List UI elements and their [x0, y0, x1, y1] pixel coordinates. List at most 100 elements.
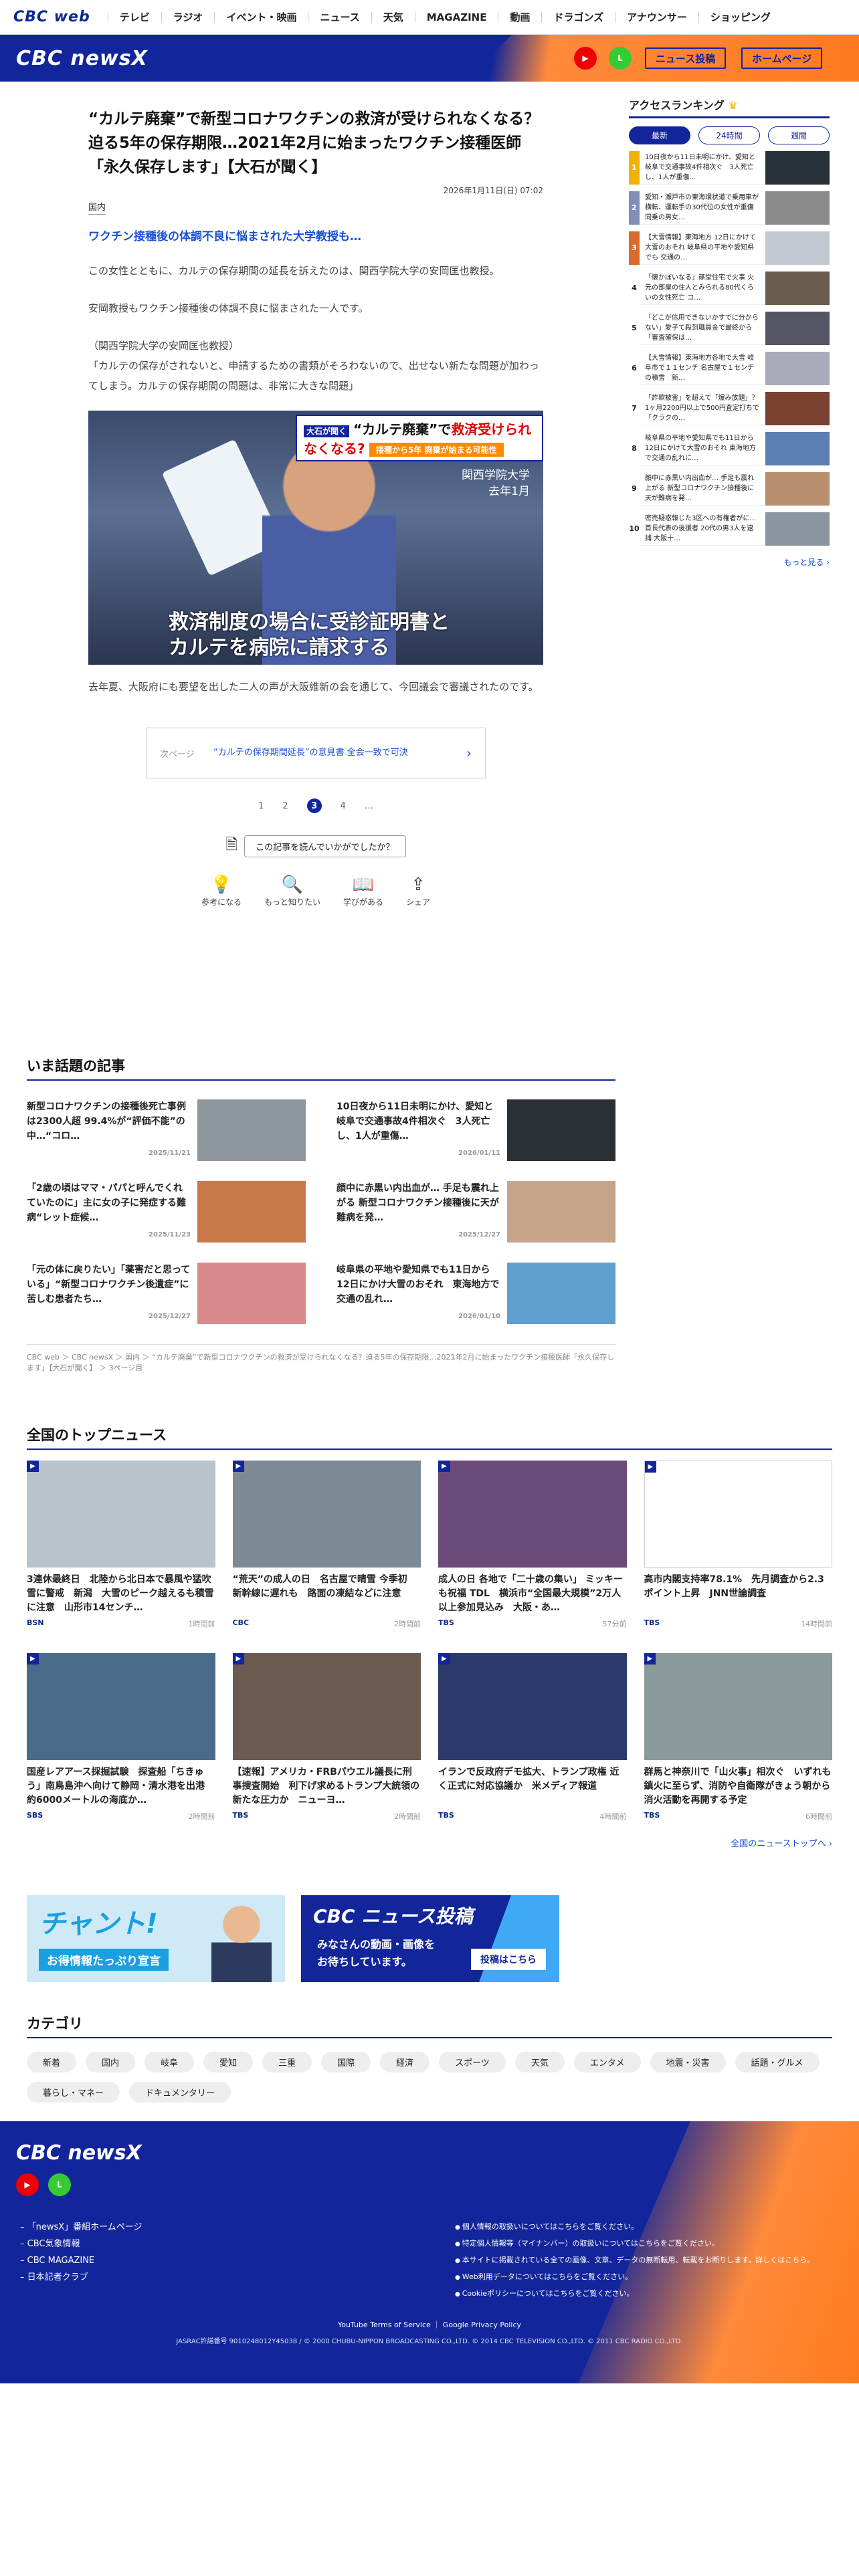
page-link[interactable]: 4 — [341, 801, 346, 811]
category-chip[interactable]: ドキュメンタリー — [129, 2082, 231, 2103]
policy-link[interactable]: 本サイトに掲載されている全ての画像、文章、データの無断転用、転載をお断りします。… — [455, 2252, 815, 2269]
ranking-item[interactable]: 4 「懐かぼいなる」篠堂住宅で火事 火元の部屋の住人とみられる80代くらいの女性死… — [629, 271, 830, 305]
article-category[interactable]: 国内 — [88, 200, 106, 215]
category-chip[interactable]: 三重 — [262, 2052, 312, 2072]
next-page-link[interactable]: 次ページ “カルテの保存期間延長”の意見書 全会一致で可決 › — [146, 728, 486, 778]
ranking-item[interactable]: 6 【大雪情報】東海地方各地で大雪 岐阜市で１１センチ 名古屋で１センチの積雪 新… — [629, 351, 830, 385]
policy-link[interactable]: Web利用データについてはこちらをご覧ください。 — [455, 2269, 814, 2286]
category-chip[interactable]: 地震・災害 — [650, 2052, 726, 2072]
newsx-logo[interactable]: CBC newsX — [16, 47, 148, 70]
national-news-item[interactable]: ▶ 国産レアアース採掘試験 探査船「ちきゅう」南鳥島沖へ向けて静岡・清水港を出港 … — [27, 1653, 215, 1822]
popular-article-thumbnail — [197, 1181, 306, 1243]
policy-link[interactable]: 特定個人情報等（マイナンバー）の取扱いについてはこちらをご覧ください。 — [455, 2236, 814, 2252]
nav-item-radio[interactable]: ラジオ — [161, 11, 215, 23]
news-thumbnail: ▶ — [438, 1653, 627, 1760]
nav-item-announcer[interactable]: アナウンサー — [615, 11, 698, 23]
video-play-icon: ▶ — [438, 1461, 450, 1472]
nav-item-news[interactable]: ニュース — [308, 11, 371, 23]
reaction-learning-button[interactable]: 📖 学びがある — [343, 875, 383, 907]
national-more-link[interactable]: 全国のニューストップへ › — [27, 1836, 832, 1849]
nav-item-magazine[interactable]: MAGAZINE — [414, 11, 498, 23]
category-chip[interactable]: 話題・グルメ — [735, 2052, 820, 2072]
popular-title: いま話題の記事 — [27, 1055, 615, 1081]
ranking-item[interactable]: 8 岐阜県の平地や愛知県でも11日から12日にかけて大雪のおそれ 東海地方で交通の… — [629, 431, 830, 465]
ranking-item[interactable]: 3 【大雪情報】東海地方 12日にかけて大雪のおそれ 岐阜県の平地や愛知県でも 交… — [629, 231, 830, 265]
news-title: 高市内閣支持率78.1% 先月調査から2.3ポイント上昇 JNN世論調査 — [644, 1574, 824, 1599]
tab-weekly[interactable]: 週間 — [768, 126, 830, 144]
reaction-helpful-button[interactable]: 💡 参考になる — [201, 875, 242, 907]
national-news-item[interactable]: ▶ 【速報】アメリカ・FRBパウエル議長に刑事捜査開始 利下げ求めるトランプ大統領… — [232, 1653, 421, 1822]
footer-link[interactable]: CBC気象情報 — [20, 2236, 142, 2252]
popular-article[interactable]: 岐阜県の平地や愛知県でも11日から12日にかけ大雪のおそれ 東海地方で交通の乱れ… — [337, 1263, 615, 1324]
footer-link[interactable]: CBC MAGAZINE — [20, 2252, 142, 2269]
footer-link[interactable]: 「newsX」番組ホームページ — [20, 2219, 142, 2236]
popular-article[interactable]: 「2歳の頃はママ・パパと呼んでくれていたのに」主に女の子に発症する難病“レット症… — [27, 1181, 306, 1243]
policy-link[interactable]: Cookieポリシーについてはこちらをご覧ください。 — [455, 2286, 814, 2302]
page-link[interactable]: 1 — [258, 801, 264, 811]
category-chip[interactable]: 岐阜 — [145, 2052, 195, 2072]
category-chip[interactable]: 国内 — [86, 2052, 136, 2072]
category-chip[interactable]: 国際 — [321, 2052, 371, 2072]
chant-banner[interactable]: チャント! お得情報たっぷり宣言 — [27, 1895, 285, 1982]
tab-24h[interactable]: 24時間 — [698, 126, 760, 144]
national-news-item[interactable]: ▶ 3連休最終日 北陸から北日本で暴風や猛吹雪に警戒 新潟 大雪のピーク越えるも積… — [27, 1461, 215, 1629]
national-news-item[interactable]: ▶ イランで反政府デモ拡大、トランプ政権 近く正式に対応協議か 米メディア報道 TB… — [438, 1653, 627, 1822]
category-chip[interactable]: 経済 — [380, 2052, 430, 2072]
nav-item-events[interactable]: イベント・映画 — [214, 11, 308, 23]
homepage-button[interactable]: ホームページ — [741, 47, 823, 69]
category-chip[interactable]: 暮らし・マネー — [27, 2082, 120, 2103]
photo-location-line: 関西学院大学 — [462, 469, 530, 482]
popular-article-date: 2025/12/27 — [149, 1313, 191, 1320]
popular-article-text: 10日夜から11日未明にかけ、愛知と岐阜で交通事故4件相次ぐ 3人死亡し、1人が… — [337, 1099, 507, 1161]
ranking-more-link[interactable]: もっと見る › — [629, 556, 830, 568]
share-button[interactable]: ⇪ シェア — [406, 875, 430, 907]
line-icon[interactable]: L — [48, 2173, 71, 2196]
tab-latest[interactable]: 最新 — [629, 126, 690, 144]
nav-item-tv[interactable]: テレビ — [107, 11, 161, 23]
youtube-icon[interactable]: ▶ — [574, 47, 597, 70]
reaction-know-more-button[interactable]: 🔍 もっと知りたい — [264, 875, 320, 907]
ranking-item[interactable]: 10 密売疑惑報じた3区への有権者がに… 首長代表の後援者 20代の男3人を逮捕 … — [629, 512, 830, 546]
popular-article-text: 新型コロナワクチンの接種後死亡事例は2300人超 99.4%が“評価不能”の中…… — [27, 1099, 197, 1161]
video-play-icon: ▶ — [232, 1461, 245, 1472]
national-news-item[interactable]: ▶ 成人の日 各地で「二十歳の集い」 ミッキーも祝福 TDL 横浜市“全国最大規模… — [438, 1461, 627, 1629]
popular-article[interactable]: 新型コロナワクチンの接種後死亡事例は2300人超 99.4%が“評価不能”の中…… — [27, 1099, 306, 1161]
news-title: “荒天”の成人の日 名古屋で晴雪 今季初 新幹線に遅れも 路面の凍結などに注意 — [232, 1574, 417, 1599]
breadcrumb[interactable]: CBC web ＞ CBC newsX ＞ 国内 ＞ “カルテ廃棄”で新型コロナ… — [27, 1344, 615, 1373]
national-news-item[interactable]: ▶ “荒天”の成人の日 名古屋で晴雪 今季初 新幹線に遅れも 路面の凍結などに注意… — [232, 1461, 421, 1629]
news-post-banner[interactable]: CBC ニュース投稿 みなさんの動画・画像を お待ちしています。 投稿はこちら — [301, 1895, 559, 1982]
news-post-button[interactable]: ニュース投稿 — [645, 47, 727, 69]
category-chip[interactable]: スポーツ — [439, 2052, 506, 2072]
ranking-item[interactable]: 1 10日夜から11日未明にかけ、愛知と岐阜で交通事故4件相次ぐ 3人死亡し、1人… — [629, 150, 830, 185]
rank-number: 7 — [629, 391, 640, 425]
category-chip[interactable]: 愛知 — [203, 2052, 254, 2072]
popular-article[interactable]: 「元の体に戻りたい」「薬害だと思っている」“新型コロナワクチン後遺症”に苦しむ患… — [27, 1263, 306, 1324]
popular-article[interactable]: 顔中に赤黒い内出血が… 手足も震れ上がる 新型コロナワクチン接種後に天が難病を発… — [337, 1181, 615, 1243]
ranking-item[interactable]: 7 「詐欺被害」を超えて「爆み放題」？ 1ヶ月2200円以上で500円査定打ちで「… — [629, 391, 830, 425]
footer-link[interactable]: 日本記者クラブ — [20, 2269, 142, 2286]
footer-logo[interactable]: CBC newsX — [16, 2141, 142, 2165]
nav-item-video[interactable]: 動画 — [498, 11, 541, 23]
nav-item-shopping[interactable]: ショッピング — [698, 11, 782, 23]
national-news-item[interactable]: ▶ 群馬と神奈川で「山火事」相次ぐ いずれも鎮火に至らず、消防や自衛隊がきょう朝か… — [644, 1653, 833, 1822]
ranking-item[interactable]: 9 顔中に赤黒い内出血が… 手足も震れ上がる 新型コロナワクチン接種後に天が難病を… — [629, 471, 830, 506]
news-meta: TBS 6時間前 — [644, 1811, 833, 1822]
category-chip[interactable]: 天気 — [514, 2052, 565, 2072]
line-icon[interactable]: L — [609, 47, 632, 70]
popular-article-thumbnail — [197, 1099, 306, 1161]
footer-terms[interactable]: YouTube Terms of Service ｜ Google Privac… — [0, 2319, 859, 2330]
nav-item-weather[interactable]: 天気 — [371, 11, 415, 23]
popular-article[interactable]: 10日夜から11日未明にかけ、愛知と岐阜で交通事故4件相次ぐ 3人死亡し、1人が… — [337, 1099, 615, 1161]
news-source: CBC — [232, 1618, 250, 1627]
national-news-item[interactable]: ▶ 高市内閣支持率78.1% 先月調査から2.3ポイント上昇 JNN世論調査 TBS… — [644, 1461, 832, 1629]
policy-link[interactable]: 個人情報の取扱いについてはこちらをご覧ください。 — [455, 2219, 814, 2236]
page-link[interactable]: 2 — [282, 801, 288, 811]
category-chip[interactable]: エンタメ — [573, 2052, 641, 2072]
news-thumbnail: ▶ — [27, 1653, 215, 1760]
nav-item-dragons[interactable]: ドラゴンズ — [541, 11, 615, 23]
youtube-icon[interactable]: ▶ — [16, 2173, 39, 2196]
category-chip[interactable]: 新着 — [27, 2052, 77, 2072]
ranking-item[interactable]: 2 愛知・瀬戸市の東海環状道で乗用車が横転、運転手の30代位の女性が重傷 同乗の男… — [629, 191, 830, 225]
ranking-item[interactable]: 5 「どこが信用できないかすでに分からない」愛子て殺到職員金で最終から「審査確保は… — [629, 311, 830, 345]
cbc-web-logo[interactable]: CBC web — [13, 9, 90, 25]
